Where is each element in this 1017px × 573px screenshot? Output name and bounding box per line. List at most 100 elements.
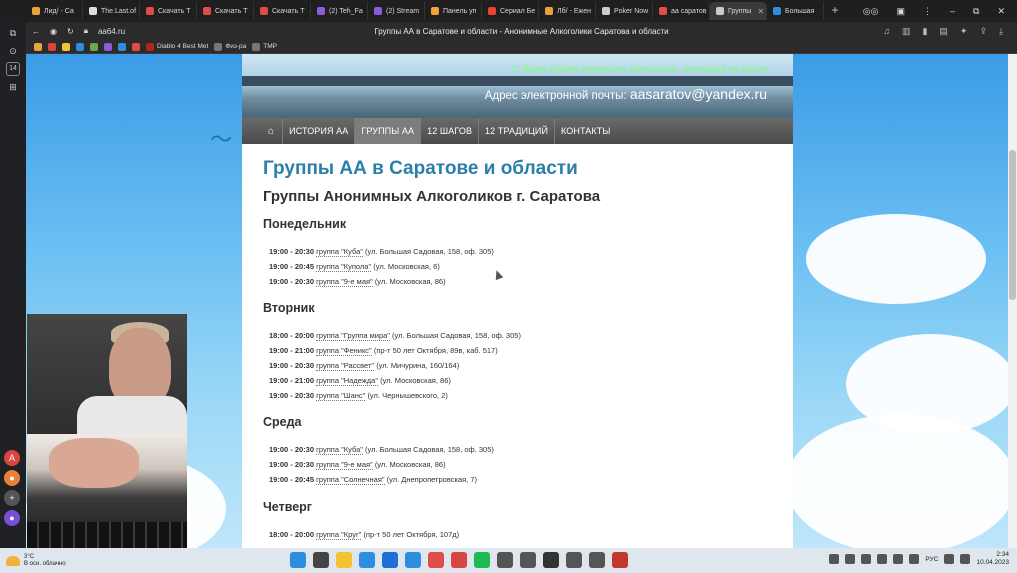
tabs-panel-icon[interactable]: ⧉ — [6, 26, 20, 40]
bookmark-item[interactable] — [132, 42, 140, 51]
bookmark-item[interactable]: Физ-ра — [214, 42, 246, 51]
browser-tab[interactable]: Скачать Т — [254, 2, 311, 20]
taskbar-app-icon[interactable] — [520, 552, 536, 568]
protect-icon[interactable]: ◉ — [50, 27, 57, 36]
browser-tab[interactable]: Панель уп — [425, 2, 482, 20]
browser-tab[interactable]: Группы ✕ — [710, 2, 767, 20]
bookmark-item[interactable] — [118, 42, 126, 51]
tray-icon[interactable] — [893, 554, 904, 564]
nav-item[interactable]: 12 ТРАДИЦИЙ — [478, 118, 554, 144]
back-icon[interactable]: ← — [32, 27, 40, 36]
extensions-icon[interactable]: ✦ — [960, 26, 968, 37]
tray-icon[interactable] — [861, 554, 872, 564]
bookmark-item[interactable] — [90, 42, 98, 51]
meeting-group-link[interactable]: группа "Куба" — [316, 247, 363, 257]
nav-item[interactable]: ИСТОРИЯ АА — [282, 118, 354, 144]
meeting-group-link[interactable]: группа "Рассвет" — [316, 360, 375, 371]
taskbar-app-icon[interactable] — [474, 552, 490, 568]
bookmark-item[interactable] — [76, 42, 84, 51]
nav-item[interactable]: ГРУППЫ АА — [354, 118, 421, 144]
scrollbar[interactable] — [1008, 54, 1017, 548]
taskbar-app-icon[interactable] — [382, 552, 398, 568]
volume-icon[interactable] — [960, 554, 971, 564]
meeting-group-link[interactable]: группа "9-е мая" — [316, 276, 373, 287]
reader-icon[interactable]: ▥ — [902, 26, 911, 37]
browser-tab[interactable]: Скачать Т — [140, 2, 197, 20]
weather-widget[interactable]: 3°C В осн. облачно — [0, 554, 110, 568]
taskbar-app-icon[interactable] — [543, 552, 559, 568]
tabs-overview-icon[interactable]: ▣ — [896, 6, 905, 17]
minimize-button[interactable]: – — [950, 6, 955, 17]
taskbar-app-icon[interactable] — [612, 552, 628, 568]
tab-close-icon[interactable]: ✕ — [757, 7, 764, 16]
taskbar-app-icon[interactable] — [405, 552, 421, 568]
history-panel-icon[interactable]: ⊙ — [6, 44, 20, 58]
browser-tab[interactable]: Лид/ - Са — [26, 2, 83, 20]
tray-icon[interactable] — [829, 554, 840, 564]
browser-tab[interactable]: Poker Now — [596, 2, 653, 20]
browser-tab[interactable]: Сериал Бе — [482, 2, 539, 20]
taskbar-app-icon[interactable] — [589, 552, 605, 568]
meeting-group-link[interactable]: группа "9-е мая" — [316, 460, 373, 471]
download-icon[interactable]: ⤓ — [999, 26, 1003, 37]
badge-counter[interactable]: 14 — [6, 62, 20, 76]
translate-icon[interactable]: ▤ — [939, 26, 948, 37]
bookmark-item[interactable] — [34, 42, 42, 51]
bookmark-item[interactable]: Diablo 4 Best Met — [146, 42, 208, 51]
nav-item[interactable]: КОНТАКТЫ — [554, 118, 616, 144]
reading-icon[interactable]: ◎◎ — [863, 6, 879, 17]
taskbar-app-icon[interactable] — [336, 552, 352, 568]
reload-icon[interactable]: ↻ — [67, 27, 74, 36]
meeting-group-link[interactable]: группа "Феникс" — [316, 346, 372, 357]
nav-item[interactable]: 12 ШАГОВ — [420, 118, 478, 144]
headphones-icon[interactable]: ♫ — [883, 26, 890, 37]
maximize-button[interactable]: ⧉ — [973, 6, 979, 17]
share-icon[interactable]: ⇪ — [979, 26, 987, 37]
browser-tab[interactable]: Лб/ - Ежен — [539, 2, 596, 20]
close-button[interactable]: ✕ — [997, 6, 1005, 17]
collections-panel-icon[interactable]: ⊞ — [6, 80, 20, 94]
clock[interactable]: 2:34 10.04.2023 — [976, 551, 1009, 567]
assistant-icon[interactable]: ● — [4, 510, 20, 526]
meeting-group-link[interactable]: группа "Куба" — [316, 445, 363, 456]
bookmark-item[interactable] — [62, 42, 70, 51]
bookmark-item[interactable] — [104, 42, 112, 51]
bookmark-icon[interactable]: ▮ — [922, 26, 927, 37]
tray-icon[interactable] — [909, 554, 920, 564]
app-icon[interactable]: A — [4, 450, 20, 466]
bookmark-item[interactable]: TMP — [252, 42, 277, 51]
taskbar-app-icon[interactable] — [566, 552, 582, 568]
add-icon[interactable]: + — [4, 490, 20, 506]
app-icon[interactable]: ● — [4, 470, 20, 486]
tray-icon[interactable] — [877, 554, 888, 564]
scrollbar-thumb[interactable] — [1009, 150, 1016, 300]
meeting-group-link[interactable]: группа "Группа мира" — [316, 331, 390, 342]
menu-icon[interactable]: ⋮ — [923, 6, 932, 17]
taskbar-app-icon[interactable] — [451, 552, 467, 568]
bookmark-item[interactable] — [48, 42, 56, 51]
meeting-group-link[interactable]: группа "Купола" — [316, 261, 372, 272]
meeting-group-link[interactable]: группа "Надежда" — [316, 375, 379, 386]
meeting-group-link[interactable]: группа "Шанс" — [316, 390, 366, 401]
taskbar-app-icon[interactable] — [290, 552, 306, 568]
tab-actions-icon[interactable] — [0, 0, 26, 22]
language-indicator[interactable]: РУС — [925, 556, 938, 563]
browser-tab[interactable]: Скачать Т — [197, 2, 254, 20]
browser-tab[interactable]: Большая — [767, 2, 824, 20]
browser-tab[interactable]: (2) Stream — [368, 2, 425, 20]
url-field[interactable]: aa64.ru — [98, 27, 125, 36]
nav-home-icon[interactable]: ⌂ — [260, 118, 282, 144]
network-icon[interactable] — [944, 554, 955, 564]
browser-tab[interactable]: аа саратов — [653, 2, 710, 20]
meeting-group-link[interactable]: группа "Круг" — [316, 529, 362, 540]
taskbar-app-icon[interactable] — [313, 552, 329, 568]
new-tab-button[interactable]: + — [828, 4, 842, 18]
browser-tab[interactable]: The.Last.of — [83, 2, 140, 20]
tray-icon[interactable] — [845, 554, 856, 564]
meeting-group-link[interactable]: группа "Солнечная" — [316, 474, 385, 485]
email-link[interactable]: aasaratov@yandex.ru — [630, 86, 767, 102]
browser-tab[interactable]: (2) Teh_Fa — [311, 2, 368, 20]
taskbar-app-icon[interactable] — [359, 552, 375, 568]
taskbar-app-icon[interactable] — [428, 552, 444, 568]
taskbar-app-icon[interactable] — [497, 552, 513, 568]
